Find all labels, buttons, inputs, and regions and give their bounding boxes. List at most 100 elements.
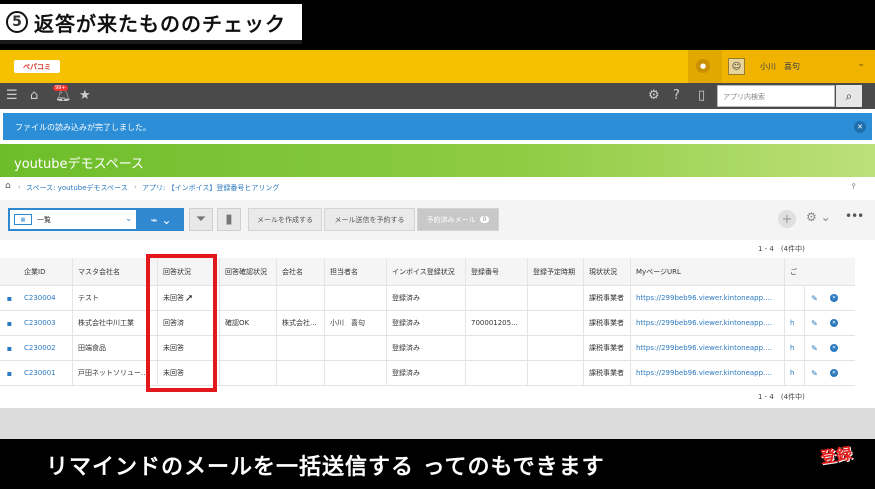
breadcrumb-app[interactable]: アプリ: 【インボイス】登録番号ヒアリング <box>142 183 279 193</box>
pin-icon[interactable]: ⫯ <box>852 182 855 192</box>
cell-company: 株式会社... <box>276 311 324 335</box>
cell-invoice: 登録済み <box>386 286 465 310</box>
record-detail-icon[interactable]: ▪ <box>0 286 19 310</box>
cell-url[interactable]: https://299beb96.viewer.kintoneapp.... <box>630 311 784 335</box>
gear-icon[interactable]: ⚙ <box>648 88 660 104</box>
scheduled-mail-label: 予約済みメール <box>426 215 476 224</box>
home-icon[interactable]: ⌂ <box>5 181 11 191</box>
column-header[interactable]: 現状状況 <box>583 258 630 285</box>
page-bottom-area <box>0 408 875 439</box>
cell-company-id[interactable]: C230002 <box>19 336 72 360</box>
edit-pencil-icon[interactable]: ✎ <box>804 311 824 335</box>
column-header[interactable]: 企業ID <box>19 258 72 285</box>
cell-company-id[interactable]: C230004 <box>19 286 72 310</box>
column-header[interactable]: ご <box>784 258 804 285</box>
column-header[interactable]: MyページURL <box>630 258 784 285</box>
cell-company-id[interactable]: C230003 <box>19 311 72 335</box>
video-subtitle: リマインドのメールを一括送信する ってのもできます <box>46 455 605 480</box>
home-icon[interactable]: ⌂ <box>30 88 38 104</box>
edit-pencil-icon[interactable]: ✎ <box>804 286 824 310</box>
schedule-mail-button[interactable]: メール送信を予約する <box>324 208 415 231</box>
cell-extra: h <box>784 311 804 335</box>
user-name: 小川 喜句 <box>760 62 800 71</box>
video-title-banner: 5 返答が来たもののチェック <box>0 0 875 50</box>
cell-url[interactable]: https://299beb96.viewer.kintoneapp.... <box>630 336 784 360</box>
user-menu[interactable]: ☺ 小川 喜句 ⌄ <box>722 50 875 83</box>
close-icon[interactable]: ✕ <box>854 121 866 133</box>
cell-reg-no <box>465 336 527 360</box>
delete-icon: ✕ <box>830 294 838 302</box>
cell-master: 田端食品 <box>72 336 157 360</box>
record-detail-icon[interactable]: ▪ <box>0 336 19 360</box>
cell-master: 株式会社中川工業 <box>72 311 157 335</box>
notification-bell-icon[interactable]: ● <box>696 59 710 73</box>
scheduled-mail-button[interactable]: 予約済みメール 0 <box>417 208 499 231</box>
cell-url[interactable]: https://299beb96.viewer.kintoneapp.... <box>630 361 784 385</box>
column-header[interactable]: 回答確認状況 <box>219 258 276 285</box>
cell-confirm <box>219 361 276 385</box>
cell-plan <box>527 311 583 335</box>
delete-record-button[interactable]: ✕ <box>824 361 844 385</box>
column-header[interactable]: 担当者名 <box>324 258 386 285</box>
cell-person <box>324 361 386 385</box>
delete-record-button[interactable]: ✕ <box>824 311 844 335</box>
cell-person <box>324 286 386 310</box>
mobile-icon[interactable]: ▯ <box>698 88 705 104</box>
cell-status: 課税事業者 <box>583 311 630 335</box>
chevron-down-icon: ⌄ <box>125 214 132 223</box>
breadcrumb-separator: › <box>134 183 137 191</box>
global-nav: ☰ ⌂ 🔔︎ 99+ ★ ⚙ ? ▯ アプリ内検索 ⌕ <box>0 83 875 109</box>
settings-gear-icon[interactable]: ⚙ ⌄ <box>806 210 831 224</box>
view-toolbar: ▦ 一覧 ⌄ ⌁ ⌄ ⏷ ▮ メールを作成する メール送信を予約する 予約済みメ… <box>0 200 875 240</box>
help-icon[interactable]: ? <box>673 88 680 104</box>
table-row[interactable]: ▪ C230004 テスト 未回答 登録済み 課税事業者 https://299… <box>0 286 855 311</box>
table-row[interactable]: ▪ C230002 田端食品 未回答 登録済み 課税事業者 https://29… <box>0 336 855 361</box>
cell-company <box>276 286 324 310</box>
cell-company <box>276 336 324 360</box>
view-select[interactable]: ▦ 一覧 ⌄ <box>8 208 138 231</box>
menu-icon[interactable]: ☰ <box>6 88 18 104</box>
cell-company-id[interactable]: C230001 <box>19 361 72 385</box>
table-row[interactable]: ▪ C230003 株式会社中川工業 回答済 確認OK 株式会社... 小川 喜… <box>0 311 855 336</box>
app-search-input[interactable]: アプリ内検索 <box>717 85 835 107</box>
create-mail-button[interactable]: メールを作成する <box>248 208 322 231</box>
cell-plan <box>527 361 583 385</box>
record-detail-icon[interactable]: ▪ <box>0 361 19 385</box>
notification-message: ファイルの読み込みが完了しました。 <box>15 123 151 132</box>
column-header[interactable]: マスタ会社名 <box>72 258 157 285</box>
table-view-icon: ▦ <box>14 214 32 225</box>
space-banner: youtubeデモスペース <box>0 144 875 177</box>
answer-status-highlight-box <box>146 254 217 392</box>
cell-confirm <box>219 286 276 310</box>
record-detail-icon[interactable]: ▪ <box>0 311 19 335</box>
delete-record-button[interactable]: ✕ <box>824 286 844 310</box>
more-options-icon[interactable]: ••• <box>845 209 864 223</box>
search-icon[interactable]: ⌕ <box>836 85 862 107</box>
delete-record-button[interactable]: ✕ <box>824 336 844 360</box>
cell-status: 課税事業者 <box>583 336 630 360</box>
column-header[interactable]: 会社名 <box>276 258 324 285</box>
breadcrumb: ⌂ › スペース: youtubeデモスペース › アプリ: 【インボイス】登録… <box>0 180 875 196</box>
delete-icon: ✕ <box>830 344 838 352</box>
star-icon[interactable]: ★ <box>79 88 91 104</box>
column-header[interactable]: 登録予定時期 <box>527 258 583 285</box>
breadcrumb-space[interactable]: スペース: youtubeデモスペース <box>26 183 128 193</box>
bar-chart-icon[interactable]: ▮ <box>217 208 241 231</box>
subscribe-stamp[interactable]: 登録 <box>810 435 862 473</box>
cell-reg-no <box>465 361 527 385</box>
edit-pencil-icon[interactable]: ✎ <box>804 361 824 385</box>
column-header[interactable]: インボイス登録状況 <box>386 258 465 285</box>
pager-top: 1 - 4 (4件中) <box>758 245 805 253</box>
step-number: 5 <box>6 11 28 33</box>
table-row[interactable]: ▪ C230001 戸田ネットソリュー... 未回答 登録済み 課税事業者 ht… <box>0 361 855 386</box>
filter-icon[interactable]: ⏷ <box>189 208 213 231</box>
graph-menu-button[interactable]: ⌁ ⌄ <box>138 208 184 231</box>
cell-confirm: 確認OK <box>219 311 276 335</box>
app-header: ペパコミ ● ☺ 小川 喜句 ⌄ <box>0 50 875 83</box>
add-record-button[interactable]: + <box>778 210 796 228</box>
company-logo[interactable]: ペパコミ <box>14 60 60 73</box>
space-title[interactable]: youtubeデモスペース <box>14 153 144 172</box>
cell-url[interactable]: https://299beb96.viewer.kintoneapp.... <box>630 286 784 310</box>
column-header[interactable]: 登録番号 <box>465 258 527 285</box>
edit-pencil-icon[interactable]: ✎ <box>804 336 824 360</box>
